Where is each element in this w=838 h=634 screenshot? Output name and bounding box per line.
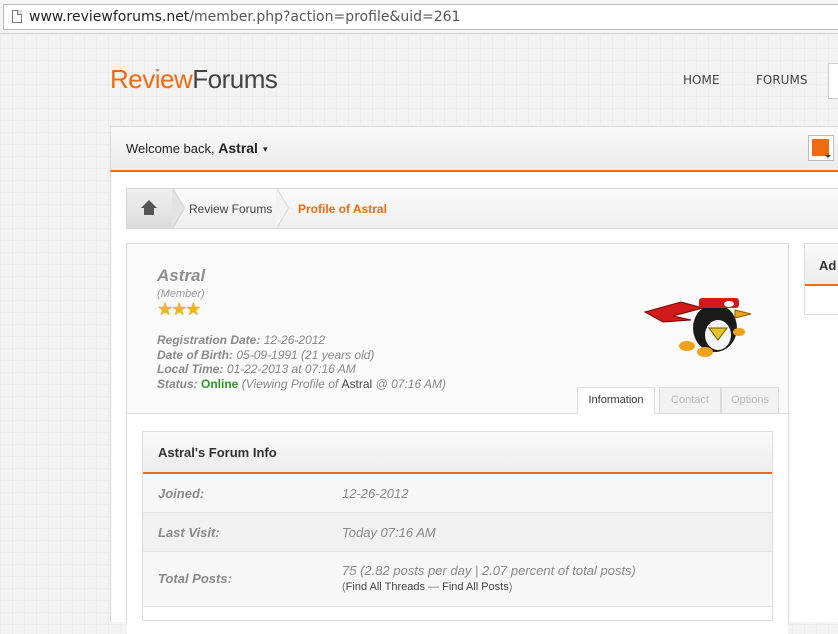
tab-information[interactable]: Information <box>577 387 655 414</box>
logo-review: Review <box>110 64 193 94</box>
row-last-visit: Last Visit: Today 07:16 AM <box>143 513 772 552</box>
notifications-icon[interactable] <box>808 135 834 161</box>
breadcrumb-current: Profile of Astral <box>298 202 387 216</box>
breadcrumb-review-forums[interactable]: Review Forums <box>189 202 272 216</box>
welcome-text: Welcome back, Astral ▾ <box>126 140 267 156</box>
breadcrumb: Review Forums Profile of Astral <box>126 188 838 229</box>
user-menu-caret-icon[interactable]: ▾ <box>263 144 268 154</box>
site-logo[interactable]: ReviewForums <box>110 64 278 95</box>
foot-left <box>679 341 695 351</box>
logo-forums: Forums <box>192 64 278 94</box>
forum-info-title: Astral's Forum Info <box>158 445 277 460</box>
tab-contact[interactable]: Contact <box>659 387 721 413</box>
avatar <box>643 298 752 357</box>
page-icon <box>12 10 22 23</box>
date-of-birth: Date of Birth: 05-09-1991 (21 years old) <box>157 347 375 362</box>
status-badge: Online <box>201 376 239 391</box>
local-time: Local Time: 01-22-2013 at 07:16 AM <box>157 362 356 376</box>
home-icon <box>141 200 157 216</box>
sidebar-box: Ad <box>804 243 838 315</box>
url-host: www.reviewforums.net <box>29 9 190 25</box>
rank-stars-icon: ★★★ <box>157 299 201 320</box>
welcome-bar: Welcome back, Astral ▾ <box>110 126 838 172</box>
beak-shape <box>734 309 752 319</box>
find-all-threads-link[interactable]: Find All Threads <box>346 581 425 593</box>
forum-info-box: Astral's Forum Info Joined: 12-26-2012 L… <box>142 431 773 621</box>
cape-shape <box>643 301 705 323</box>
nav-forums[interactable]: FORUMS <box>756 73 807 87</box>
viewing-user-link[interactable]: Astral <box>342 377 373 391</box>
find-all-posts-link[interactable]: Find All Posts <box>442 581 509 593</box>
online-status: Status: Online (Viewing Profile of Astra… <box>157 376 447 391</box>
forum-info-header: Astral's Forum Info <box>143 432 772 474</box>
registration-date: Registration Date: 12-26-2012 <box>157 333 326 347</box>
eye-shape <box>724 301 734 307</box>
sidebar-box-header: Ad <box>805 244 838 286</box>
foot-right <box>697 347 713 357</box>
row-joined: Joined: 12-26-2012 <box>143 474 772 513</box>
nav-item-partial[interactable] <box>828 63 838 99</box>
breadcrumb-home[interactable] <box>127 189 174 228</box>
browser-toolbar: www.reviewforums.net/member.php?action=p… <box>0 0 838 34</box>
url-path: /member.php?action=profile&uid=261 <box>189 9 461 25</box>
tab-options[interactable]: Options <box>721 387 779 413</box>
nav-home[interactable]: HOME <box>683 73 719 87</box>
address-bar[interactable]: www.reviewforums.net/member.php?action=p… <box>3 4 838 30</box>
profile-details: Registration Date: 12-26-2012 Date of Bi… <box>157 333 446 391</box>
hand-shape <box>733 328 745 336</box>
welcome-username[interactable]: Astral <box>218 140 258 156</box>
row-total-posts: Total Posts: 75 (2.82 posts per day | 2.… <box>143 552 772 607</box>
sidebar-box-title: Ad <box>819 258 837 273</box>
welcome-prefix: Welcome back, <box>126 141 215 156</box>
profile-username: Astral <box>157 266 206 285</box>
breadcrumb-separator <box>276 188 288 229</box>
breadcrumb-separator <box>172 188 184 229</box>
